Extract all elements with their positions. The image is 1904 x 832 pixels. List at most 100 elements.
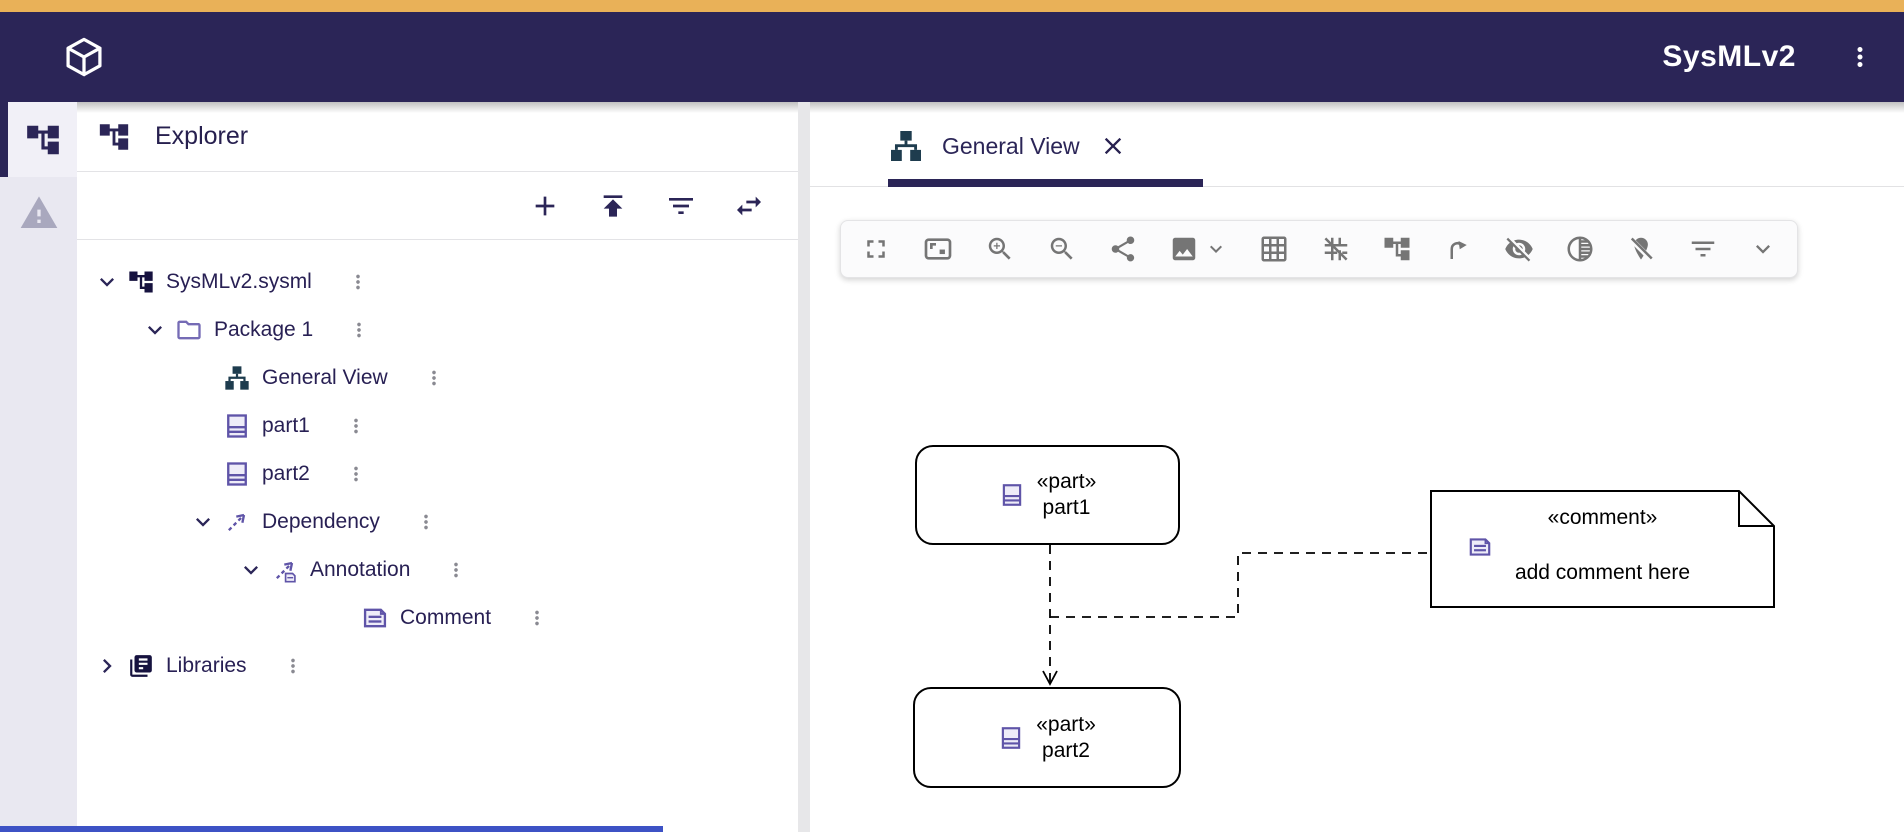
node-stereotype: «comment» — [1430, 506, 1775, 530]
filter-icon — [665, 190, 697, 222]
chevron-down-icon[interactable] — [232, 555, 270, 585]
tree-item-label: Dependency — [262, 510, 380, 534]
image-icon — [1169, 234, 1199, 264]
folder-icon — [174, 315, 204, 345]
tree-item-label: Package 1 — [214, 318, 313, 342]
part-icon — [998, 724, 1024, 752]
kebab-icon[interactable] — [444, 558, 468, 582]
kebab-icon[interactable] — [414, 510, 438, 534]
tree-item-libraries[interactable]: Libraries — [77, 642, 798, 690]
explorer-panel: Explorer SysMLv2.sysml Package 1 — [77, 102, 798, 832]
auto-route-button[interactable] — [1443, 229, 1473, 269]
share-button[interactable] — [1108, 229, 1138, 269]
tree-item-label: SysMLv2.sysml — [166, 270, 312, 294]
diagram-canvas[interactable]: «part» part1 «part» part2 «comment» add — [810, 102, 1904, 832]
panel-divider[interactable] — [798, 102, 810, 832]
eye-off-icon — [1504, 234, 1534, 264]
filter-elements-button[interactable] — [1688, 229, 1718, 269]
left-rail — [0, 102, 77, 832]
kebab-icon[interactable] — [344, 462, 368, 486]
tree-item-sysmlv2-sysml[interactable]: SysMLv2.sysml — [77, 258, 798, 306]
diagram-toolbar — [840, 220, 1798, 278]
filter-tree-button[interactable] — [662, 187, 700, 225]
chevron-down-icon[interactable] — [136, 315, 174, 345]
node-part2[interactable]: «part» part2 — [913, 687, 1181, 788]
snap-to-grid-off-button[interactable] — [1321, 229, 1351, 269]
node-name: part2 — [1042, 738, 1090, 764]
rail-item-validation[interactable] — [0, 177, 77, 249]
tree-item-label: part1 — [262, 414, 310, 438]
export-image-button[interactable] — [1169, 229, 1199, 269]
annotation-icon — [270, 555, 300, 585]
node-part1[interactable]: «part» part1 — [915, 445, 1180, 545]
chevron-right-icon[interactable] — [88, 651, 126, 681]
kebab-icon[interactable] — [281, 654, 305, 678]
chevron-down-icon[interactable] — [88, 267, 126, 297]
chevron-down-icon — [1204, 237, 1228, 261]
tree-item-label: Comment — [400, 606, 491, 630]
diagram-editor-panel: General View — [810, 102, 1904, 832]
account-tree-icon — [1382, 234, 1412, 264]
tree-item-comment[interactable]: Comment — [77, 594, 798, 642]
upload-icon — [597, 190, 629, 222]
fit-screen-icon — [922, 233, 954, 265]
grid-off-icon — [1321, 234, 1351, 264]
kebab-icon[interactable] — [422, 366, 446, 390]
part-icon — [999, 481, 1025, 509]
tree-item-package-1[interactable]: Package 1 — [77, 306, 798, 354]
dependency-icon — [222, 507, 252, 537]
explorer-header: Explorer — [77, 102, 798, 172]
zoom-out-icon — [1047, 234, 1077, 264]
filter-icon — [1688, 234, 1718, 264]
more-tools-button[interactable] — [1749, 229, 1777, 269]
chevron-down-icon[interactable] — [184, 507, 222, 537]
curved-arrow-icon — [1443, 234, 1473, 264]
kebab-icon[interactable] — [344, 414, 368, 438]
app-menu-button[interactable] — [1834, 31, 1886, 83]
arrange-all-button[interactable] — [1382, 229, 1412, 269]
tree-item-dependency[interactable]: Dependency — [77, 498, 798, 546]
account-tree-icon — [97, 120, 131, 154]
kebab-icon[interactable] — [346, 270, 370, 294]
zoom-out-button[interactable] — [1047, 229, 1077, 269]
app-logo-button[interactable] — [58, 31, 110, 83]
chevron-down-icon — [1749, 235, 1777, 263]
zoom-in-button[interactable] — [985, 229, 1015, 269]
upload-model-button[interactable] — [594, 187, 632, 225]
new-object-button[interactable] — [526, 187, 564, 225]
rail-item-explorer[interactable] — [0, 102, 77, 177]
fit-to-screen-button[interactable] — [922, 229, 954, 269]
part-icon — [222, 411, 252, 441]
synchronize-button[interactable] — [730, 187, 768, 225]
toggle-grid-button[interactable] — [1259, 229, 1289, 269]
fullscreen-icon — [861, 234, 891, 264]
tree-item-annotation[interactable]: Annotation — [77, 546, 798, 594]
kebab-icon[interactable] — [525, 606, 549, 630]
explorer-title: Explorer — [155, 122, 248, 151]
node-stereotype: «part» — [1036, 712, 1096, 738]
node-stereotype: «part» — [1037, 469, 1097, 495]
kebab-icon — [1845, 42, 1875, 72]
tree-item-label: General View — [262, 366, 388, 390]
node-comment[interactable]: «comment» add comment here — [1430, 490, 1775, 608]
comment-icon — [1466, 534, 1494, 560]
export-image-menu-button[interactable] — [1204, 229, 1228, 269]
explorer-tree: SysMLv2.sysml Package 1 General View par… — [77, 240, 798, 690]
tree-item-part2[interactable]: part2 — [77, 450, 798, 498]
accent-strip — [0, 0, 1904, 12]
unpin-elements-button[interactable] — [1626, 229, 1656, 269]
fade-elements-button[interactable] — [1565, 229, 1595, 269]
tree-item-label: part2 — [262, 462, 310, 486]
hide-elements-button[interactable] — [1504, 229, 1534, 269]
bottom-selection-bar — [0, 826, 663, 832]
tonality-icon — [1565, 234, 1595, 264]
kebab-icon[interactable] — [347, 318, 371, 342]
fullscreen-button[interactable] — [861, 229, 891, 269]
account-tree-icon — [126, 267, 156, 297]
annotation-edge[interactable] — [1050, 553, 1430, 617]
node-name: part1 — [1043, 495, 1091, 521]
grid-icon — [1259, 234, 1289, 264]
tree-item-general-view[interactable]: General View — [77, 354, 798, 402]
share-icon — [1108, 234, 1138, 264]
tree-item-part1[interactable]: part1 — [77, 402, 798, 450]
